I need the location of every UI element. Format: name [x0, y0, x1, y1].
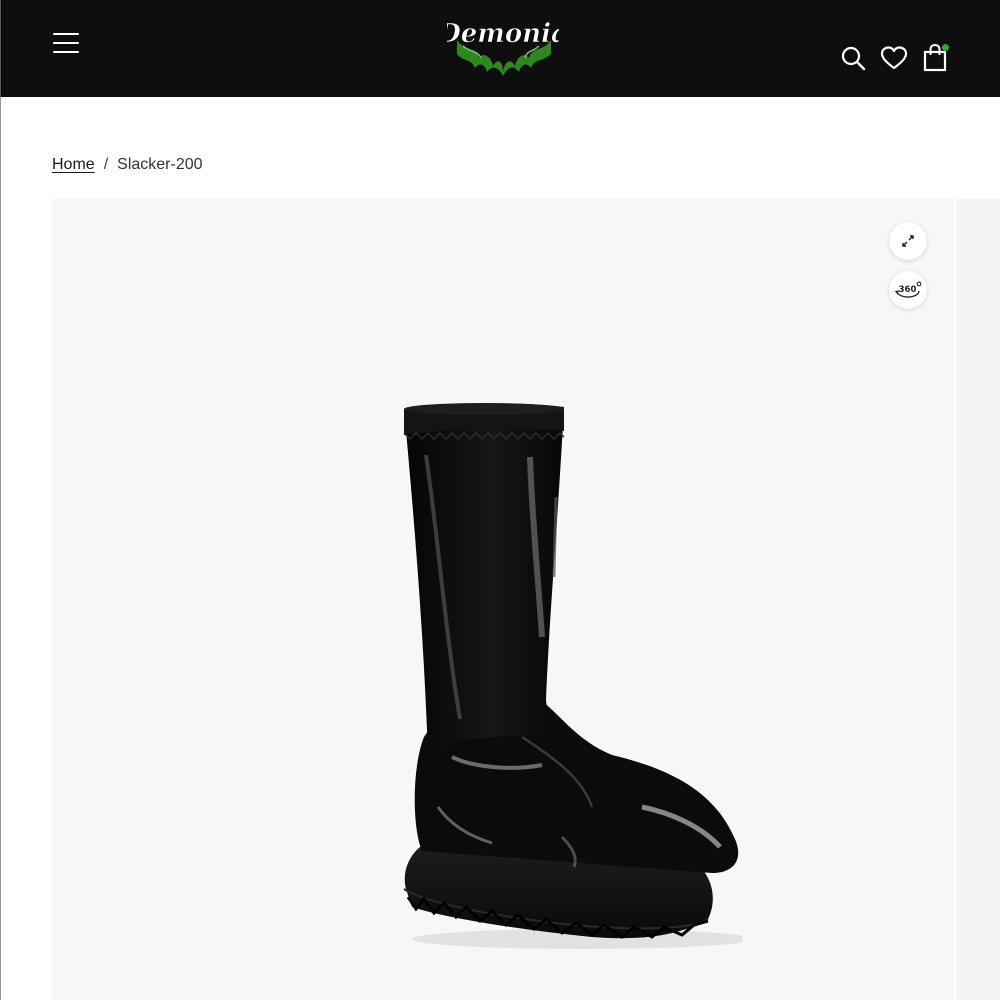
breadcrumb-separator: /	[103, 156, 109, 173]
search-icon	[841, 46, 866, 71]
hamburger-menu-icon-line	[53, 42, 79, 44]
brand-name: Demonia	[447, 19, 559, 49]
heart-icon	[880, 46, 908, 70]
demonia-logo: Demonia	[447, 19, 559, 76]
hamburger-menu-icon-line	[53, 33, 79, 35]
menu-button[interactable]	[47, 26, 85, 60]
breadcrumb-home-link[interactable]: Home	[52, 156, 95, 174]
search-button[interactable]	[835, 40, 871, 76]
brand-logo[interactable]: Demonia	[447, 12, 559, 76]
360-view-button[interactable]: 360	[889, 271, 927, 309]
hamburger-menu-icon-line	[53, 51, 79, 53]
360-label: 360	[899, 285, 917, 295]
cart-indicator-dot	[942, 44, 949, 51]
gallery-next-slide-peek[interactable]	[956, 199, 1000, 1000]
product-image-gallery[interactable]: 360	[52, 199, 954, 1000]
expand-icon	[902, 235, 914, 247]
breadcrumb-current: Slacker-200	[117, 156, 203, 173]
page-left-border	[0, 97, 1, 1000]
product-image	[342, 337, 742, 957]
zoom-button[interactable]	[889, 222, 927, 260]
breadcrumb: Home / Slacker-200	[52, 156, 203, 174]
boot-illustration	[403, 403, 742, 949]
360-view-icon: 360	[894, 281, 922, 298]
wishlist-button[interactable]	[876, 40, 912, 76]
cart-button[interactable]	[917, 40, 953, 76]
site-header: Demonia	[0, 0, 1000, 97]
